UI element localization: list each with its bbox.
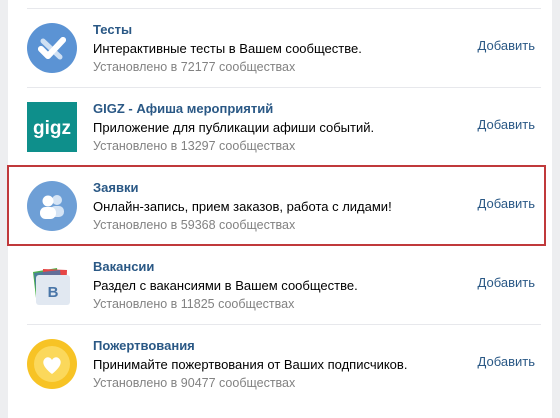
app-info: Заявки Онлайн-запись, прием заказов, раб… [93, 179, 453, 234]
app-info: Тесты Интерактивные тесты в Вашем сообще… [93, 21, 453, 76]
gigz-logo-text: gigz [33, 118, 71, 139]
app-catalog-panel: Тесты Интерактивные тесты в Вашем сообще… [0, 0, 560, 418]
app-item-vacancies: B Вакансии Раздел с вакансиями в Вашем с… [27, 245, 541, 323]
app-install-count: Установлено в 72177 сообществах [93, 60, 296, 74]
users-icon[interactable] [27, 181, 77, 231]
app-install-count: Установлено в 59368 сообществах [93, 218, 296, 232]
add-button[interactable]: Добавить [478, 116, 535, 134]
page-background-right [552, 0, 560, 418]
app-name[interactable]: Вакансии [93, 258, 453, 276]
add-button[interactable]: Добавить [478, 353, 535, 371]
app-name[interactable]: Заявки [93, 179, 453, 197]
app-name[interactable]: GIGZ - Афиша мероприятий [93, 100, 453, 118]
heart-coin-icon[interactable] [27, 339, 77, 389]
divider [27, 245, 541, 246]
app-item-tests: Тесты Интерактивные тесты в Вашем сообще… [27, 8, 541, 86]
checkmark-icon[interactable] [27, 23, 77, 73]
app-info: Вакансии Раздел с вакансиями в Вашем соо… [93, 258, 453, 313]
app-install-count: Установлено в 13297 сообществах [93, 139, 296, 153]
app-item-gigz: gigz GIGZ - Афиша мероприятий Приложение… [27, 87, 541, 165]
app-description: Принимайте пожертвования от Ваших подпис… [93, 357, 408, 372]
add-button[interactable]: Добавить [478, 37, 535, 55]
app-description: Онлайн-запись, прием заказов, работа с л… [93, 199, 392, 214]
app-description: Интерактивные тесты в Вашем сообществе. [93, 41, 362, 56]
app-description: Раздел с вакансиями в Вашем сообществе. [93, 278, 358, 293]
app-install-count: Установлено в 11825 сообществах [93, 297, 295, 311]
app-item-donations: Пожертвования Принимайте пожертвования о… [27, 324, 541, 402]
app-install-count: Установлено в 90477 сообществах [93, 376, 296, 390]
divider [27, 87, 541, 88]
apps-list: Тесты Интерактивные тесты в Вашем сообще… [15, 0, 543, 418]
vacancies-logo-text: B [48, 284, 59, 301]
app-name[interactable]: Тесты [93, 21, 453, 39]
app-item-requests: Заявки Онлайн-запись, прием заказов, раб… [27, 166, 541, 244]
gigz-logo-icon[interactable]: gigz [27, 102, 77, 152]
app-name[interactable]: Пожертвования [93, 337, 453, 355]
divider [27, 8, 541, 9]
divider [27, 166, 541, 167]
divider [27, 324, 541, 325]
vacancies-cards-icon[interactable]: B [27, 260, 77, 310]
app-info: Пожертвования Принимайте пожертвования о… [93, 337, 453, 392]
add-button[interactable]: Добавить [478, 195, 535, 213]
app-description: Приложение для публикации афиши событий. [93, 120, 375, 135]
app-info: GIGZ - Афиша мероприятий Приложение для … [93, 100, 453, 155]
add-button[interactable]: Добавить [478, 274, 535, 292]
page-background-left [0, 0, 8, 418]
